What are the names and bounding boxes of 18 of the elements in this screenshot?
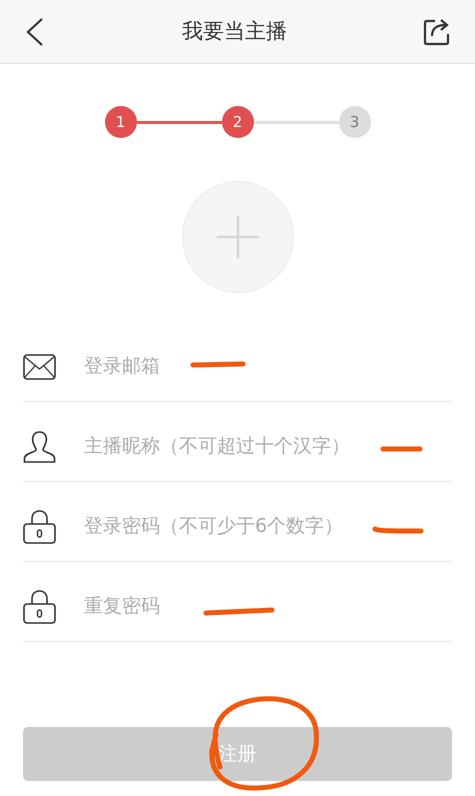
share-icon[interactable] bbox=[423, 18, 451, 46]
plus-icon bbox=[216, 216, 258, 258]
annotation-mark bbox=[203, 606, 275, 617]
lock-icon bbox=[23, 510, 56, 544]
annotation-mark bbox=[372, 525, 424, 535]
envelope-icon bbox=[23, 354, 56, 380]
annotation-mark bbox=[190, 360, 246, 369]
person-icon bbox=[23, 430, 56, 462]
input-field[interactable]: 重复密码 bbox=[84, 592, 452, 621]
input-field[interactable]: 主播昵称（不可超过十个汉字） bbox=[84, 432, 452, 461]
page-title: 我要当主播 bbox=[182, 18, 287, 45]
input-field[interactable]: 登录邮箱 bbox=[84, 352, 452, 381]
step-number: 2 bbox=[222, 106, 254, 138]
step-number: 1 bbox=[104, 106, 136, 138]
input-field[interactable]: 登录密码（不可少于6个数字） bbox=[84, 512, 452, 541]
step-number: 3 bbox=[338, 106, 370, 138]
lock-icon bbox=[23, 590, 56, 624]
annotation-mark bbox=[380, 444, 423, 453]
